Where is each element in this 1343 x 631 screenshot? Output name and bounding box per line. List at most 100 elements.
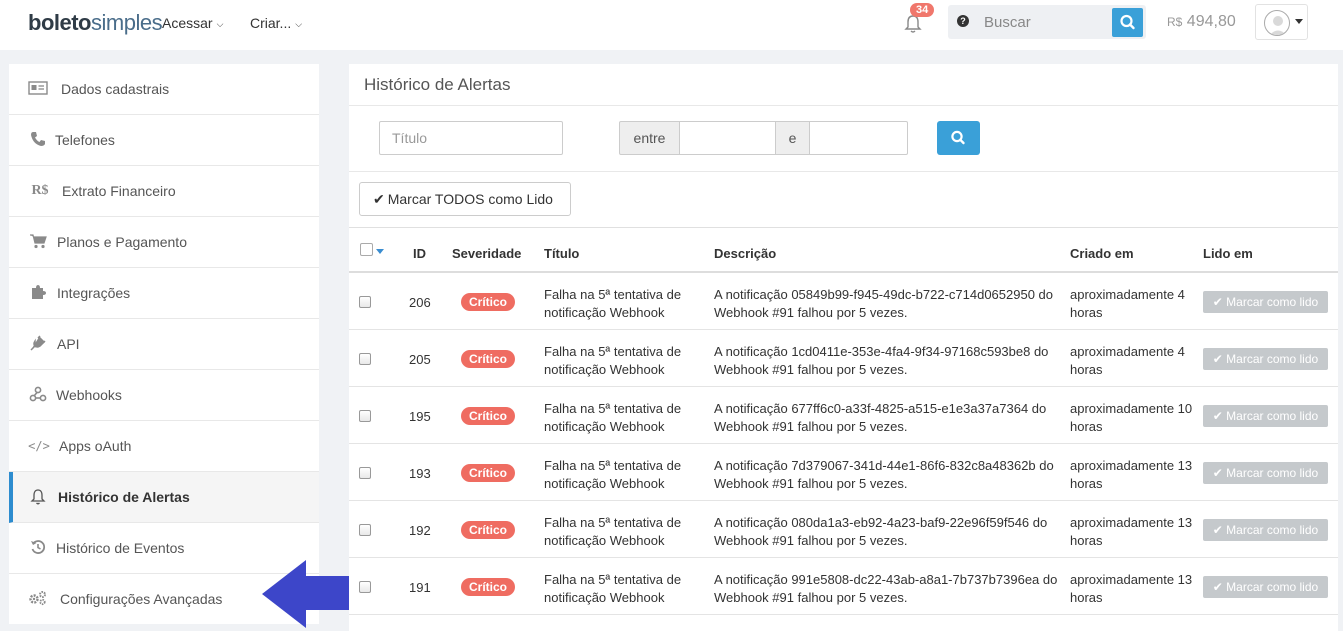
start-date-input[interactable] xyxy=(679,121,776,155)
mark-read-button[interactable]: ✔ Marcar como lido xyxy=(1203,291,1328,313)
sidebar-item-extrato-financeiro[interactable]: R$ Extrato Financeiro xyxy=(9,166,319,217)
help-icon[interactable]: ? xyxy=(957,15,969,27)
sidebar-item-api[interactable]: API xyxy=(9,319,319,370)
caret-down-icon xyxy=(1295,19,1303,24)
logo[interactable]: boletosimples xyxy=(28,10,163,36)
alert-created: aproximadamente 13 horas xyxy=(1070,515,1193,548)
mark-all-read-button[interactable]: ✔ Marcar TODOS como Lido xyxy=(359,182,571,216)
mark-read-label: Marcar como lido xyxy=(1226,523,1319,537)
nav-acessar[interactable]: Acessar ⌵ xyxy=(162,15,223,31)
sidebar-item-apps-oauth[interactable]: </> Apps oAuth xyxy=(9,421,319,472)
page-title: Histórico de Alertas xyxy=(364,75,511,94)
sidebar-item-integracoes[interactable]: Integrações xyxy=(9,268,319,319)
mark-read-label: Marcar como lido xyxy=(1226,466,1319,480)
and-label: e xyxy=(775,121,810,155)
sidebar-item-label: Planos e Pagamento xyxy=(57,234,187,250)
chevron-down-icon: ⌵ xyxy=(216,19,224,29)
alert-title: Falha na 5ª tentativa de notificação Web… xyxy=(544,458,682,491)
balance: R$ 494,80 xyxy=(1167,13,1236,31)
row-checkbox[interactable] xyxy=(359,467,371,479)
column-header-created[interactable]: Criado em xyxy=(1070,246,1134,261)
column-header-title[interactable]: Título xyxy=(544,246,579,261)
severity-badge: Crítico xyxy=(461,350,516,368)
divider xyxy=(349,105,1338,106)
severity-badge: Crítico xyxy=(461,407,516,425)
alert-created: aproximadamente 4 horas xyxy=(1070,287,1185,320)
mark-all-read-label: Marcar TODOS como Lido xyxy=(387,190,553,207)
sidebar-item-label: Webhooks xyxy=(56,387,122,403)
row-checkbox[interactable] xyxy=(359,353,371,365)
id-card-icon xyxy=(28,80,48,98)
title-filter-input[interactable] xyxy=(379,121,563,155)
between-label: entre xyxy=(619,121,680,155)
row-checkbox[interactable] xyxy=(359,296,371,308)
column-header-severity[interactable]: Severidade xyxy=(452,246,521,261)
logo-light: simples xyxy=(91,10,163,35)
alert-id: 195 xyxy=(409,409,431,424)
alert-title: Falha na 5ª tentativa de notificação Web… xyxy=(544,515,682,548)
sidebar-item-telefones[interactable]: Telefones xyxy=(9,115,319,166)
search-input[interactable] xyxy=(976,9,1106,35)
alert-title: Falha na 5ª tentativa de notificação Web… xyxy=(544,572,682,605)
sidebar-item-label: Histórico de Eventos xyxy=(56,540,185,556)
search-button[interactable] xyxy=(1112,8,1143,37)
mark-read-button[interactable]: ✔ Marcar como lido xyxy=(1203,462,1328,484)
alert-created: aproximadamente 13 horas xyxy=(1070,572,1193,605)
history-icon xyxy=(28,539,48,557)
sidebar-item-webhooks[interactable]: Webhooks xyxy=(9,370,319,421)
alert-description: A notificação 991e5808-dc22-43ab-a8a1-7b… xyxy=(714,572,1058,605)
user-menu-button[interactable] xyxy=(1255,4,1308,40)
check-icon: ✔ xyxy=(373,190,385,207)
sidebar-item-label: Integrações xyxy=(57,285,131,301)
severity-badge: Crítico xyxy=(461,578,516,596)
notification-badge: 34 xyxy=(910,3,935,17)
alerts-panel: Histórico de Alertas entre e ✔Marcar TOD… xyxy=(349,64,1338,631)
alert-id: 205 xyxy=(409,352,431,367)
check-icon: ✔ xyxy=(1212,409,1227,423)
mark-read-label: Marcar como lido xyxy=(1226,352,1319,366)
chevron-down-icon: ⌵ xyxy=(295,19,303,29)
logo-bold: boleto xyxy=(28,10,92,35)
severity-badge: Crítico xyxy=(461,464,516,482)
row-checkbox[interactable] xyxy=(359,524,371,536)
alert-description: A notificação 080da1a3-eb92-4a23-baf9-22… xyxy=(714,515,1048,548)
mark-read-label: Marcar como lido xyxy=(1226,295,1319,309)
webhook-icon xyxy=(28,386,48,404)
mark-read-label: Marcar como lido xyxy=(1226,409,1319,423)
sidebar-item-planos-pagamento[interactable]: Planos e Pagamento xyxy=(9,217,319,268)
select-all-checkbox[interactable] xyxy=(360,243,373,256)
sidebar-item-label: Histórico de Alertas xyxy=(58,489,190,505)
sidebar-item-historico-alertas[interactable]: Histórico de Alertas xyxy=(9,472,319,523)
nav-criar[interactable]: Criar... ⌵ xyxy=(250,15,302,31)
sidebar-item-dados-cadastrais[interactable]: Dados cadastrais xyxy=(9,64,319,115)
table-row: 193 Crítico Falha na 5ª tentativa de not… xyxy=(349,444,1338,501)
user-icon xyxy=(1269,16,1287,35)
column-header-description[interactable]: Descrição xyxy=(714,246,776,261)
search-icon xyxy=(1120,14,1135,30)
mark-read-button[interactable]: ✔ Marcar como lido xyxy=(1203,405,1328,427)
alert-description: A notificação 1cd0411e-353e-4fa4-9f34-97… xyxy=(714,344,1049,377)
row-checkbox[interactable] xyxy=(359,581,371,593)
alert-id: 193 xyxy=(409,466,431,481)
mark-read-button[interactable]: ✔ Marcar como lido xyxy=(1203,519,1328,541)
end-date-input[interactable] xyxy=(809,121,908,155)
sidebar-item-label: Dados cadastrais xyxy=(61,81,170,97)
mark-read-button[interactable]: ✔ Marcar como lido xyxy=(1203,348,1328,370)
cart-icon xyxy=(28,233,48,251)
alert-id: 192 xyxy=(409,523,431,538)
divider xyxy=(349,227,1338,228)
bell-icon xyxy=(28,488,48,506)
row-checkbox[interactable] xyxy=(359,410,371,422)
table-row: 195 Crítico Falha na 5ª tentativa de not… xyxy=(349,387,1338,444)
filter-search-button[interactable] xyxy=(937,121,980,155)
alert-title: Falha na 5ª tentativa de notificação Web… xyxy=(544,344,682,377)
select-options-caret-icon[interactable] xyxy=(376,249,384,254)
mark-read-button[interactable]: ✔ Marcar como lido xyxy=(1203,576,1328,598)
column-header-read[interactable]: Lido em xyxy=(1203,246,1253,261)
column-header-id[interactable]: ID xyxy=(413,246,426,261)
gears-icon xyxy=(28,590,48,608)
nav-criar-label: Criar... xyxy=(250,15,292,31)
currency-icon: R$ xyxy=(31,183,49,198)
sidebar-item-label: Configurações Avançadas xyxy=(60,591,223,607)
table-row: 206 Crítico Falha na 5ª tentativa de not… xyxy=(349,273,1338,330)
